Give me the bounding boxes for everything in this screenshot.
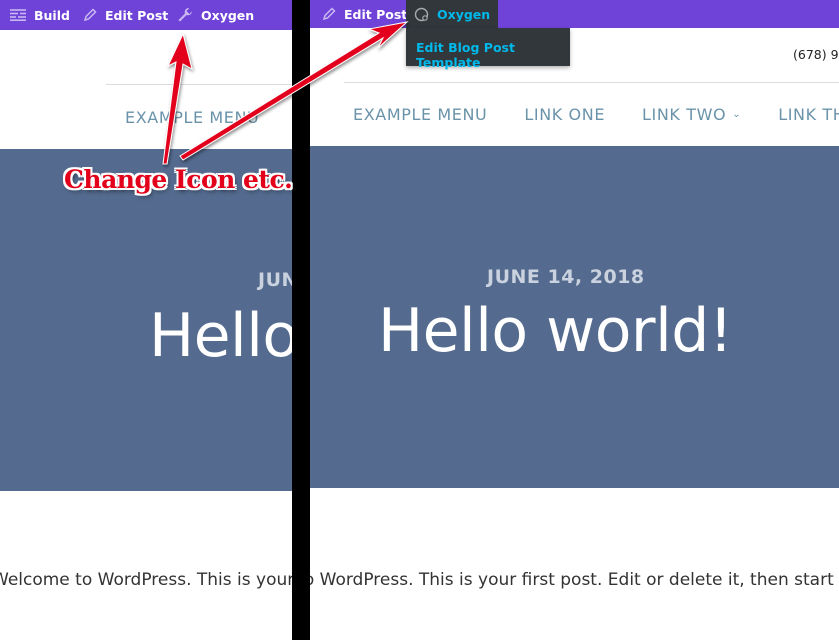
post-body: Welcome to WordPress. This is your first…: [0, 570, 292, 590]
edit-blog-post-template-link[interactable]: Edit Blog Post Template: [416, 40, 570, 70]
header-divider: [344, 82, 839, 83]
edit-post-label: Edit Post: [105, 7, 169, 23]
admin-bar: Build Edit Post Oxygen: [0, 0, 292, 30]
pencil-icon: [83, 8, 97, 22]
chevron-down-icon: ⌄: [732, 109, 742, 120]
nav-link-two-label: LINK TWO: [642, 105, 727, 124]
post-body: Welcome to WordPress. This is your first…: [310, 570, 839, 590]
admin-bar: Edit Post Oxygen: [310, 0, 839, 28]
nav-link-example-menu[interactable]: EXAMPLE MENU: [353, 105, 487, 124]
nav-link-two[interactable]: LINK TWO ⌄: [642, 105, 741, 124]
oxygen-label: Oxygen: [201, 7, 255, 23]
post-title: Hello world!: [378, 296, 733, 366]
admin-bar-edit-post[interactable]: Edit Post: [322, 0, 407, 28]
oxygen-dropdown-menu: Edit Blog Post Template: [406, 28, 570, 70]
hero-section: JUNE 14, 2018 Hello world!: [310, 146, 839, 488]
header-divider: [106, 84, 292, 85]
annotation-label: Change Icon etc.: [64, 165, 293, 194]
pane-divider: [292, 0, 310, 640]
right-screenshot-pane: Edit Post Oxygen Edit Blog Post Template…: [310, 0, 839, 640]
post-title: Hello world!: [149, 301, 292, 371]
wrench-icon: [177, 7, 193, 23]
oxygen-label: Oxygen: [437, 6, 491, 22]
main-nav: EXAMPLE MENU: [125, 108, 292, 127]
edit-post-label: Edit Post: [344, 6, 408, 22]
post-date: JUNE 14, 2018: [258, 269, 292, 291]
builder-icon: [10, 9, 26, 21]
admin-bar-edit-post[interactable]: Edit Post: [83, 0, 168, 30]
left-screenshot-pane: Build Edit Post Oxygen EXAMPLE MENU JUNE…: [0, 0, 292, 640]
admin-bar-oxygen[interactable]: Oxygen: [177, 0, 254, 30]
build-label: Build: [34, 7, 70, 23]
post-date: JUNE 14, 2018: [487, 266, 645, 288]
nav-link-three[interactable]: LINK THREE: [778, 105, 839, 124]
nav-link-one[interactable]: LINK ONE: [524, 105, 605, 124]
pencil-icon: [322, 7, 336, 21]
hero-section: JUNE 14, 2018 Hello world!: [0, 149, 292, 491]
admin-bar-oxygen[interactable]: Oxygen: [406, 0, 499, 28]
nav-link-example-menu[interactable]: EXAMPLE MENU: [125, 108, 259, 127]
oxygen-logo-icon: [414, 7, 429, 22]
admin-bar-build[interactable]: Build: [10, 0, 70, 30]
header-phone[interactable]: (678) 999-8212: [793, 47, 839, 62]
main-nav: EXAMPLE MENU LINK ONE LINK TWO ⌄ LINK TH…: [353, 105, 839, 124]
